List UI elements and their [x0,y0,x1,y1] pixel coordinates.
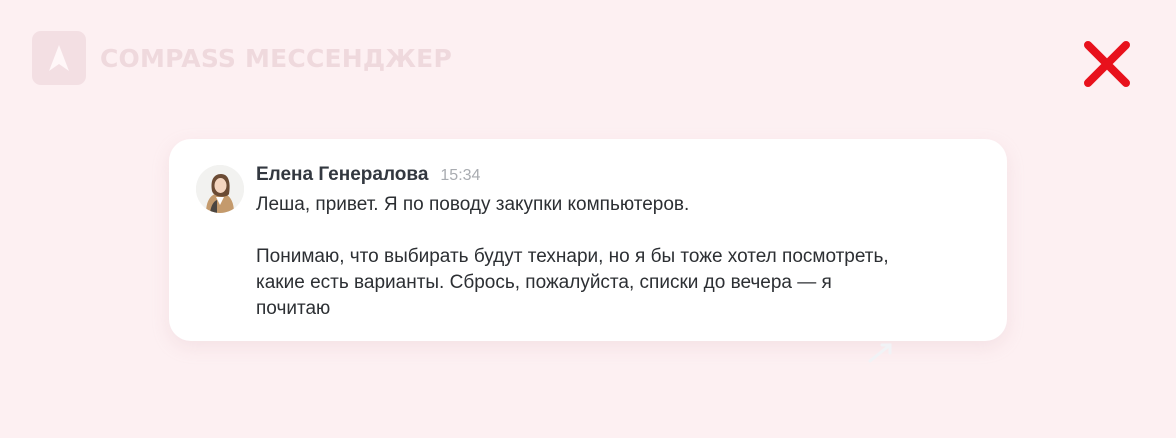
app-title: COMPASS МЕССЕНДЖЕР [100,43,452,73]
avatar [196,165,244,213]
message-meta: Елена Генералова 15:34 [256,164,986,192]
close-icon[interactable] [1081,38,1133,90]
message-body: Елена Генералова 15:34 Леша, привет. Я п… [256,164,986,322]
message-text-line: почитаю [256,298,331,319]
app-logo: COMPASS МЕССЕНДЖЕР [32,31,452,85]
message-time: 15:34 [440,167,481,184]
message-text-line: какие есть варианты. Сбрось, пожалуйста,… [256,272,832,293]
message-text-line: Понимаю, что выбирать будут технари, но … [256,246,889,267]
message-text-line: Леша, привет. Я по поводу закупки компью… [256,194,690,215]
decorative-arrow-icon [868,343,892,363]
message-card: Елена Генералова 15:34 Леша, привет. Я п… [169,139,1007,341]
compass-logo-icon [32,31,86,85]
author-name[interactable]: Елена Генералова [256,164,428,186]
